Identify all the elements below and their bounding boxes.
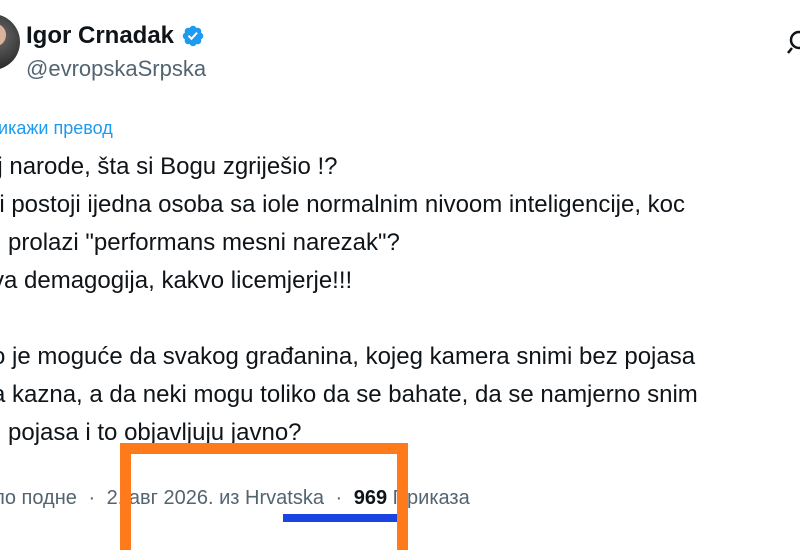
separator-dot: · (88, 487, 96, 509)
author-name[interactable]: Igor Crnadak (26, 22, 174, 50)
tweet-line: a kazna, a da neki mogu toliko da se bah… (0, 381, 698, 408)
tweet-line: ој narode, šta si Bogu zgriješio !? (0, 153, 338, 180)
tweet-text: ој narode, šta si Bogu zgriješio !? li p… (0, 148, 800, 452)
annotation-highlight-box (120, 443, 408, 550)
translate-link[interactable]: рикажи превод (0, 116, 113, 140)
tweet-line: o je moguće da svakog građanina, kojeg k… (0, 343, 696, 370)
verified-badge-icon (182, 25, 204, 47)
author-avatar[interactable] (0, 14, 20, 70)
tweet-line: li postoji ijedna osoba sa iole normalni… (0, 191, 686, 218)
tweet-line: prolazi "performans mesni narezak"? (8, 229, 400, 256)
tweet-time[interactable]: по подне (0, 487, 77, 509)
author-handle[interactable]: @evropskaSrpska (26, 55, 206, 83)
tweet-line: va demagogija, kakvo licemjerje!!! (0, 267, 353, 294)
grok-icon[interactable] (784, 26, 800, 56)
